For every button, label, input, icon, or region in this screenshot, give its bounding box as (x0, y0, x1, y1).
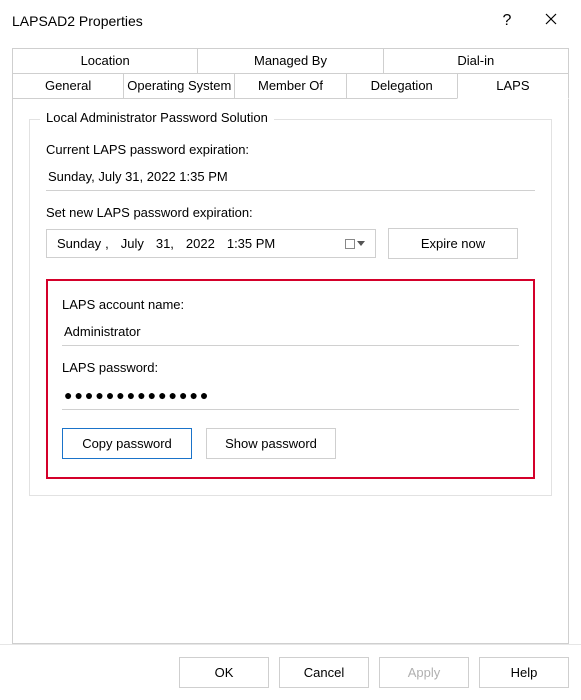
help-button-footer[interactable]: Help (479, 657, 569, 688)
window-title: LAPSAD2 Properties (12, 13, 143, 29)
tab-managed-by[interactable]: Managed By (197, 48, 383, 74)
dt-time[interactable]: 1:35 PM (227, 236, 275, 251)
dialog-body: Location Managed By Dial-in General Oper… (0, 42, 581, 644)
close-icon (545, 12, 557, 30)
set-new-expiration-row: Sunday , July 31, 2022 1:35 PM (46, 228, 535, 259)
properties-dialog: LAPSAD2 Properties ? Location Managed By… (0, 0, 581, 700)
account-name-value: Administrator (62, 320, 519, 346)
account-name-label: LAPS account name: (62, 297, 519, 312)
password-value: ●●●●●●●●●●●●●● (62, 383, 519, 410)
tab-location[interactable]: Location (12, 48, 198, 74)
dialog-footer: OK Cancel Apply Help (0, 644, 581, 700)
expiration-datetime-picker[interactable]: Sunday , July 31, 2022 1:35 PM (46, 229, 376, 258)
tab-general[interactable]: General (12, 73, 124, 99)
close-button[interactable] (529, 0, 573, 42)
tab-delegation[interactable]: Delegation (346, 73, 458, 99)
tab-operating-system[interactable]: Operating System (123, 73, 235, 99)
expire-now-button[interactable]: Expire now (388, 228, 518, 259)
tab-strip: Location Managed By Dial-in General Oper… (12, 48, 569, 99)
dt-day[interactable]: 31, (156, 236, 174, 251)
calendar-icon (345, 239, 355, 249)
tab-laps[interactable]: LAPS (457, 73, 569, 99)
cancel-button[interactable]: Cancel (279, 657, 369, 688)
chevron-down-icon (357, 241, 365, 247)
password-button-row: Copy password Show password (62, 428, 519, 459)
current-expiration-label: Current LAPS password expiration: (46, 142, 535, 157)
apply-button[interactable]: Apply (379, 657, 469, 688)
datetime-text: Sunday , July 31, 2022 1:35 PM (57, 236, 275, 251)
help-icon: ? (503, 12, 512, 30)
set-new-expiration-label: Set new LAPS password expiration: (46, 205, 535, 220)
groupbox-legend: Local Administrator Password Solution (40, 110, 274, 125)
dt-year[interactable]: 2022 (186, 236, 215, 251)
tab-member-of[interactable]: Member Of (234, 73, 346, 99)
copy-password-button[interactable]: Copy password (62, 428, 192, 459)
ok-button[interactable]: OK (179, 657, 269, 688)
titlebar: LAPSAD2 Properties ? (0, 0, 581, 42)
credential-highlight-box: LAPS account name: Administrator LAPS pa… (46, 279, 535, 479)
password-label: LAPS password: (62, 360, 519, 375)
tab-row-2: General Operating System Member Of Deleg… (12, 73, 569, 99)
current-expiration-value: Sunday, July 31, 2022 1:35 PM (46, 165, 535, 191)
datetime-dropdown-button[interactable] (345, 239, 365, 249)
dt-month[interactable]: July (121, 236, 144, 251)
help-button[interactable]: ? (485, 0, 529, 42)
dt-weekday[interactable]: Sunday (57, 236, 101, 251)
laps-groupbox: Local Administrator Password Solution Cu… (29, 119, 552, 496)
show-password-button[interactable]: Show password (206, 428, 336, 459)
tab-content-laps: Local Administrator Password Solution Cu… (12, 98, 569, 644)
tab-row-1: Location Managed By Dial-in (12, 48, 569, 74)
tab-dial-in[interactable]: Dial-in (383, 48, 569, 74)
